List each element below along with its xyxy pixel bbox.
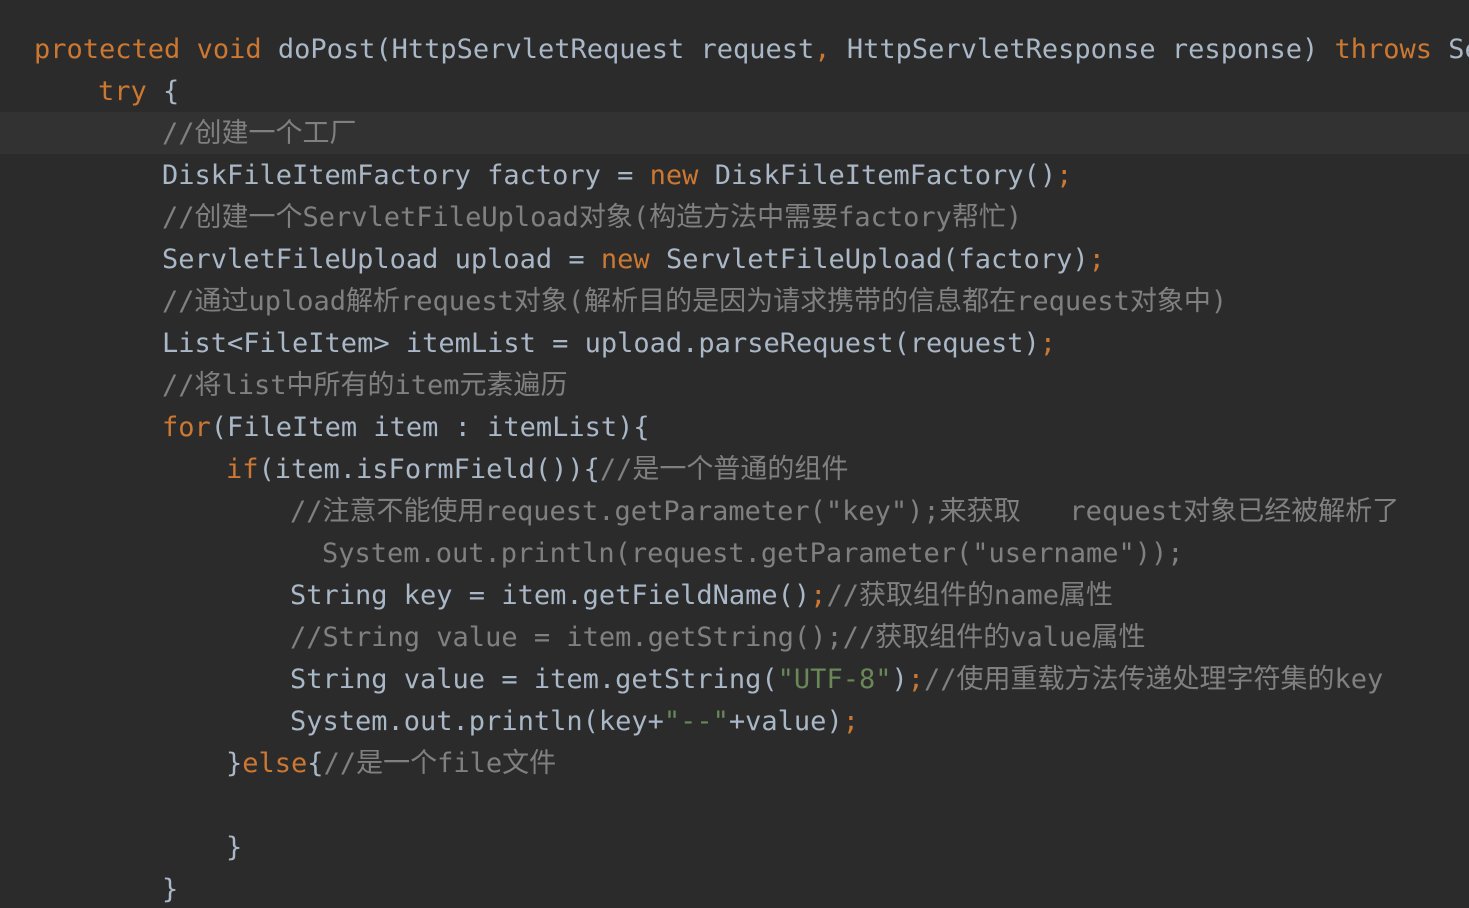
code-token: protected — [34, 34, 181, 65]
code-token: System.out.println(request.getParameter(… — [322, 538, 1184, 569]
code-token: ; — [810, 580, 827, 611]
code-token: HttpServletResponse response) — [830, 34, 1335, 65]
code-editor[interactable]: protected void doPost(HttpServletRequest… — [0, 0, 1469, 908]
code-token: ServletFileUpload(factory) — [649, 244, 1089, 275]
code-line[interactable]: ServletFileUpload upload = new ServletFi… — [162, 239, 1105, 281]
code-token: //通过upload解析request对象(解析目的是因为请求携带的信息都在re… — [162, 286, 1228, 317]
code-line[interactable]: //String value = item.getString();//获取组件… — [290, 617, 1145, 659]
code-token: DiskFileItemFactory factory = — [162, 160, 650, 191]
code-token: //创建一个工厂 — [162, 118, 357, 149]
code-token: ; — [842, 706, 859, 737]
code-token: DiskFileItemFactory() — [698, 160, 1057, 191]
code-token: List<FileItem> itemList = upload.parseRe… — [162, 328, 1040, 359]
code-line[interactable]: } — [226, 827, 242, 869]
code-token: (FileItem item : itemList){ — [210, 412, 650, 443]
code-line[interactable]: //创建一个ServletFileUpload对象(构造方法中需要factory… — [162, 197, 1022, 239]
code-token: //创建一个ServletFileUpload对象(构造方法中需要factory… — [162, 202, 1023, 233]
code-line[interactable]: String key = item.getFieldName();//获取组件的… — [290, 575, 1113, 617]
code-token: //是一个file文件 — [323, 748, 557, 779]
code-token: { — [146, 76, 180, 107]
code-token: new — [600, 244, 650, 275]
code-line[interactable]: if(item.isFormField()){//是一个普通的组件 — [226, 449, 848, 491]
code-token: void — [196, 34, 262, 65]
code-token: { — [307, 748, 324, 779]
code-line[interactable]: System.out.println(key+"--"+value); — [290, 701, 859, 743]
code-token: ; — [1056, 160, 1073, 191]
code-token: String value = item.getString( — [290, 664, 778, 695]
code-token: } — [226, 832, 243, 863]
code-line[interactable]: }else{//是一个file文件 — [226, 743, 556, 785]
code-token: } — [226, 748, 243, 779]
code-token: ; — [1039, 328, 1057, 359]
code-token: try — [98, 76, 147, 107]
code-token: new — [649, 160, 699, 191]
code-line[interactable]: //注意不能使用request.getParameter("key");来获取 … — [290, 491, 1399, 533]
code-token: ServletFileUpload upload = — [162, 244, 601, 275]
code-line[interactable]: for(FileItem item : itemList){ — [162, 407, 650, 449]
code-line[interactable]: String value = item.getString("UTF-8");/… — [290, 659, 1383, 701]
code-line[interactable]: //通过upload解析request对象(解析目的是因为请求携带的信息都在re… — [162, 281, 1227, 323]
code-token: //String value = item.getString();//获取组件… — [290, 622, 1146, 653]
code-token: (item.isFormField()){ — [258, 454, 600, 485]
code-token: if — [226, 454, 259, 485]
code-token: String key = item.getFieldName() — [290, 580, 811, 611]
code-token: "UTF-8" — [777, 664, 892, 695]
code-token: //是一个普通的组件 — [599, 454, 849, 485]
code-line[interactable]: DiskFileItemFactory factory = new DiskFi… — [162, 155, 1072, 197]
code-token: ; — [1088, 244, 1105, 275]
code-token: , — [814, 34, 831, 65]
code-token: "--" — [663, 706, 729, 737]
code-line[interactable]: protected void doPost(HttpServletRequest… — [34, 29, 1469, 71]
code-token: //使用重载方法传递处理字符集的key — [924, 664, 1384, 695]
code-line[interactable]: //将list中所有的item元素遍历 — [162, 365, 568, 407]
code-token: //获取组件的name属性 — [826, 580, 1113, 611]
code-token: ) — [891, 664, 908, 695]
code-line[interactable]: List<FileItem> itemList = upload.parseRe… — [162, 323, 1056, 365]
code-token: doPost(HttpServletRequest request — [261, 34, 815, 65]
code-line[interactable]: try { — [98, 71, 179, 113]
code-token: ; — [907, 664, 924, 695]
code-token: } — [162, 874, 179, 905]
code-line[interactable]: System.out.println(request.getParameter(… — [322, 533, 1184, 575]
code-token: throws — [1334, 34, 1433, 65]
code-token: Ser — [1448, 34, 1469, 65]
code-line[interactable]: } — [162, 869, 178, 908]
code-token: +value) — [728, 706, 843, 737]
code-token: //注意不能使用request.getParameter("key");来获取 … — [290, 496, 1400, 527]
code-token: //将list中所有的item元素遍历 — [162, 370, 568, 401]
code-token: for — [162, 412, 211, 443]
code-token: System.out.println(key+ — [290, 706, 664, 737]
code-line[interactable]: //创建一个工厂 — [162, 113, 357, 155]
code-token: else — [242, 748, 308, 779]
